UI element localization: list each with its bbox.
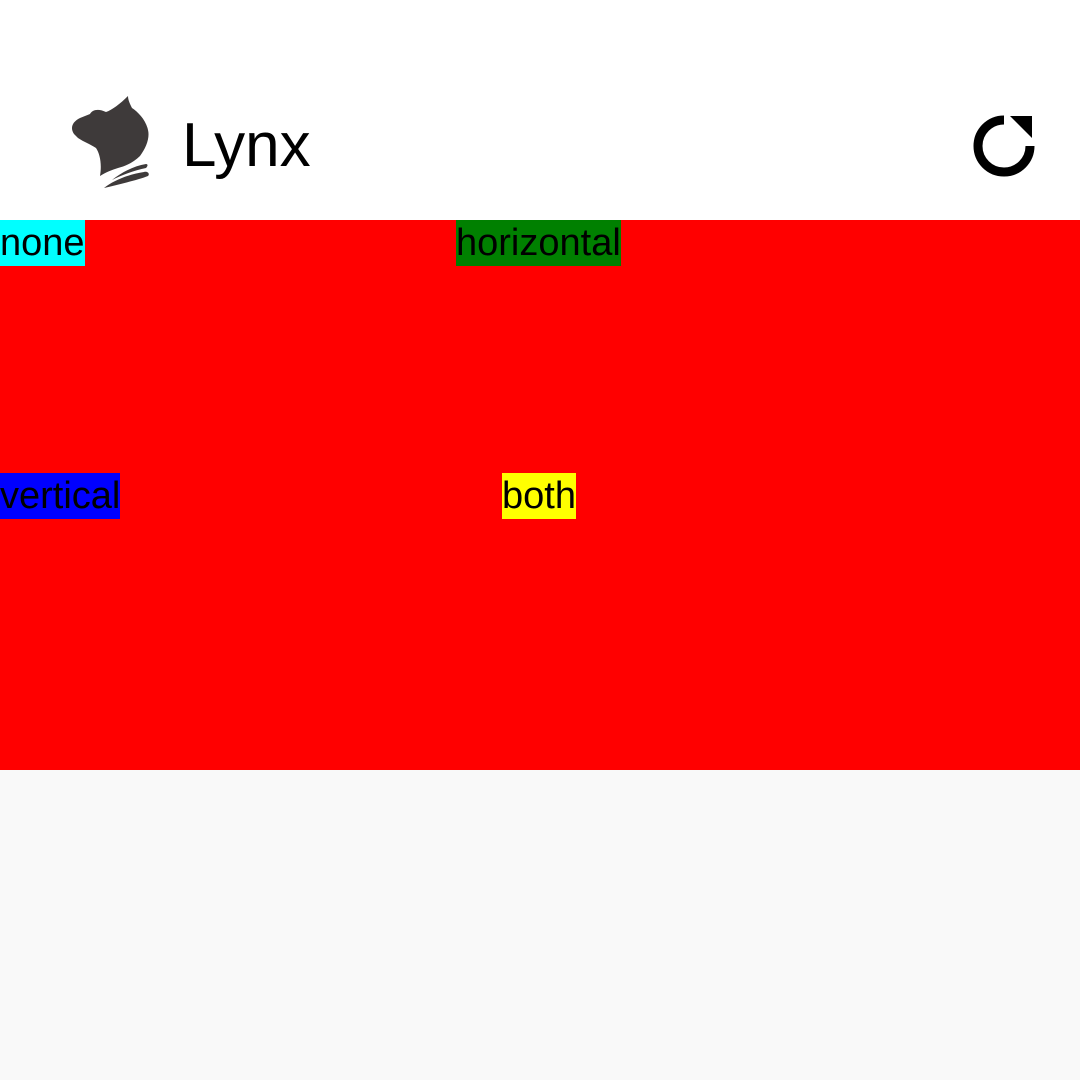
scroll-cell-vertical[interactable]: vertical — [0, 473, 502, 770]
label-vertical: vertical — [0, 473, 121, 519]
scroll-cell-horizontal[interactable]: horizontal — [456, 220, 1080, 473]
lynx-logo-icon — [72, 96, 149, 188]
label-none: none — [0, 220, 85, 266]
scroll-cell-both[interactable]: both — [502, 473, 1080, 770]
app-title: Lynx — [182, 111, 311, 180]
content-area: none horizontal vertical both — [0, 220, 1080, 770]
content-row: vertical both — [0, 473, 1080, 770]
app-bar: Lynx — [0, 0, 1080, 220]
content-row: none horizontal — [0, 220, 1080, 473]
label-horizontal: horizontal — [456, 220, 621, 266]
scroll-cell-none[interactable]: none — [0, 220, 456, 473]
label-both: both — [502, 473, 576, 519]
reload-icon[interactable] — [966, 108, 1042, 184]
